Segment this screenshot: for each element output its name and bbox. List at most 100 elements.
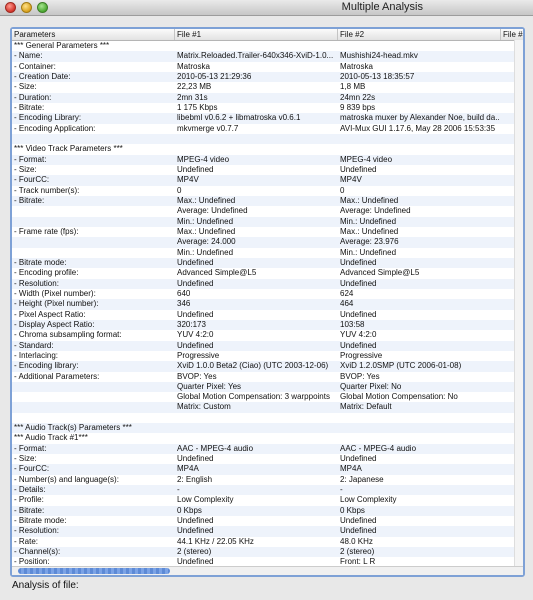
table-row[interactable]: - Rate: 44.1 KHz / 22.05 KHz 48.0 KHz: [12, 537, 523, 547]
table-row[interactable]: - Bitrate mode: Undefined Undefined: [12, 257, 523, 269]
file1-cell: Undefined: [177, 340, 214, 350]
column-header-file1[interactable]: File #1: [175, 29, 338, 40]
file2-cell: MP4A: [340, 464, 362, 474]
table-row[interactable]: - Frame rate (fps): Max.: Undefined Max.: …: [12, 227, 523, 237]
file2-cell: AAC - MPEG-4 audio: [340, 443, 417, 453]
file1-cell: -: [177, 485, 180, 495]
table-row[interactable]: - Encoding library: XviD 1.0.0 Beta2 (Cia…: [12, 361, 523, 372]
table-row[interactable]: Average: Undefined Average: Undefined: [12, 206, 523, 216]
file1-cell: 2mn 31s: [177, 92, 208, 102]
table-row[interactable]: - Creation Date: 2010-05-13 21:29:36 2010-…: [12, 71, 523, 83]
table-row[interactable]: - Number(s) and language(s): 2: English 2:…: [12, 475, 523, 485]
table-row[interactable]: - Size: Undefined Undefined: [12, 165, 523, 175]
file1-cell: Undefined: [177, 164, 214, 174]
table-row[interactable]: - Encoding Library: libebml v0.6.2 + libm…: [12, 113, 523, 124]
table-row[interactable]: - Track number(s): 0 0: [12, 186, 523, 196]
table-row[interactable]: - Height (Pixel number): 346 464: [12, 299, 523, 310]
table-row[interactable]: - Display Aspect Ratio: 320:173 103:58: [12, 319, 523, 331]
parameter-cell: - Size:: [14, 82, 37, 92]
file2-cell: YUV 4:2:0: [340, 330, 377, 340]
table-row[interactable]: - Bitrate: 0 Kbps 0 Kbps: [12, 505, 523, 517]
table-row[interactable]: - Channel(s): 2 (stereo) 2 (stereo): [12, 547, 523, 558]
file1-cell: 2 (stereo): [177, 547, 212, 557]
file2-cell: matroska muxer by Alexander Noe, build d…: [340, 113, 500, 123]
table-row[interactable]: - Chroma subsampling format: YUV 4:2:0 YUV…: [12, 330, 523, 340]
table-row[interactable]: *** Audio Track #1***: [12, 433, 523, 443]
table-row[interactable]: - Format: MPEG-4 video MPEG-4 video: [12, 154, 523, 165]
table-row[interactable]: - Size: 22,23 MB 1,8 MB: [12, 82, 523, 92]
table-row[interactable]: *** Video Track Parameters ***: [12, 144, 523, 154]
file1-cell: 0: [177, 185, 182, 195]
table-row[interactable]: - Bitrate: Max.: Undefined Max.: Undefined: [12, 195, 523, 207]
file1-cell: 44.1 KHz / 22.05 KHz: [177, 536, 254, 546]
table-row[interactable]: Min.: Undefined Min.: Undefined: [12, 216, 523, 227]
table-row[interactable]: - Resolution: Undefined Undefined: [12, 278, 523, 289]
table-row[interactable]: *** General Parameters ***: [12, 41, 523, 51]
parameter-cell: *** Video Track Parameters ***: [14, 144, 123, 154]
file2-cell: 2 (stereo): [340, 547, 375, 557]
table-row[interactable]: - Size: Undefined Undefined: [12, 454, 523, 464]
file2-cell: Undefined: [340, 164, 377, 174]
table-row[interactable]: Average: 24.000 Average: 23.976: [12, 237, 523, 248]
parameter-cell: - Size:: [14, 164, 37, 174]
file2-cell: 2: Japanese: [340, 474, 384, 484]
table-row[interactable]: - Standard: Undefined Undefined: [12, 340, 523, 351]
file2-cell: Undefined: [340, 454, 377, 464]
table-row[interactable]: - FourCC: MP4A MP4A: [12, 464, 523, 475]
parameter-cell: - Number(s) and language(s):: [14, 474, 119, 484]
table-row[interactable]: - Pixel Aspect Ratio: Undefined Undefined: [12, 310, 523, 320]
file1-cell: XviD 1.0.0 Beta2 (Ciao) (UTC 2003-12-06): [177, 361, 329, 371]
table-row[interactable]: - Resolution: Undefined Undefined: [12, 526, 523, 537]
file2-cell: 2010-05-13 18:35:57: [340, 71, 415, 81]
parameter-cell: - Height (Pixel number):: [14, 299, 99, 309]
file1-cell: Undefined: [177, 454, 214, 464]
parameter-cell: - FourCC:: [14, 175, 50, 185]
file1-cell: Matrix.Reloaded.Trailer-640x346-XviD-1.0…: [177, 51, 334, 61]
table-row[interactable]: - Name: Matrix.Reloaded.Trailer-640x346-X…: [12, 51, 523, 62]
file2-cell: Undefined: [340, 340, 377, 350]
file1-cell: libebml v0.6.2 + libmatroska v0.6.1: [177, 113, 301, 123]
table-row[interactable]: [12, 133, 523, 145]
column-header-file2[interactable]: File #2: [338, 29, 501, 40]
table-row[interactable]: - Duration: 2mn 31s 24mn 22s: [12, 92, 523, 103]
file1-cell: Undefined: [177, 278, 214, 288]
parameter-cell: - Bitrate:: [14, 102, 45, 112]
table-row[interactable]: - Encoding Application: mkvmerge v0.7.7 AV…: [12, 124, 523, 134]
table-row[interactable]: Matrix: Custom Matrix: Default: [12, 402, 523, 413]
vertical-scrollbar[interactable]: [514, 40, 523, 567]
file1-cell: YUV 4:2:0: [177, 330, 214, 340]
parameter-cell: *** Audio Track(s) Parameters ***: [14, 423, 132, 433]
column-header-parameters[interactable]: Parameters: [12, 29, 175, 40]
file2-cell: 48.0 KHz: [340, 536, 373, 546]
horizontal-scroll-thumb[interactable]: [18, 568, 170, 574]
table-row[interactable]: - Additional Parameters: BVOP: Yes BVOP: Y…: [12, 372, 523, 382]
table-row[interactable]: Min.: Undefined Min.: Undefined: [12, 248, 523, 258]
file2-cell: 624: [340, 288, 354, 298]
table-row[interactable]: - FourCC: MP4V MP4V: [12, 175, 523, 186]
table-row[interactable]: - Container: Matroska Matroska: [12, 62, 523, 72]
parameter-cell: - Details:: [14, 485, 46, 495]
table-row[interactable]: Global Motion Compensation: 3 warppoints…: [12, 392, 523, 402]
table-row[interactable]: - Bitrate mode: Undefined Undefined: [12, 516, 523, 526]
table-row[interactable]: - Profile: Low Complexity Low Complexity: [12, 495, 523, 505]
table-row[interactable]: - Interlacing: Progressive Progressive: [12, 351, 523, 361]
table-row[interactable]: - Encoding profile: Advanced Simple@L5 Adv…: [12, 268, 523, 278]
file1-cell: Progressive: [177, 350, 220, 360]
parameter-cell: - Creation Date:: [14, 71, 71, 81]
table-row[interactable]: - Format: AAC - MPEG-4 audio AAC - MPEG-4 …: [12, 443, 523, 455]
table-row[interactable]: Quarter Pixel: Yes Quarter Pixel: No: [12, 381, 523, 393]
parameter-cell: - Name:: [14, 51, 43, 61]
column-header-file3[interactable]: File #3: [501, 29, 523, 40]
file2-cell: Average: 23.976: [340, 237, 399, 247]
parameter-cell: - Track number(s):: [14, 185, 80, 195]
parameter-cell: - Encoding library:: [14, 361, 79, 371]
table-row[interactable]: - Bitrate: 1 175 Kbps 9 839 bps: [12, 103, 523, 113]
window-title: Multiple Analysis: [341, 1, 423, 13]
analysis-table[interactable]: Parameters File #1 File #2 File #3 *** G…: [12, 29, 523, 575]
table-row[interactable]: [12, 413, 523, 423]
horizontal-scrollbar[interactable]: [12, 566, 523, 575]
table-row[interactable]: - Details: - -: [12, 485, 523, 496]
table-row[interactable]: *** Audio Track(s) Parameters ***: [12, 423, 523, 434]
parameter-cell: - Bitrate:: [14, 505, 45, 515]
table-row[interactable]: - Width (Pixel number): 640 624: [12, 289, 523, 299]
